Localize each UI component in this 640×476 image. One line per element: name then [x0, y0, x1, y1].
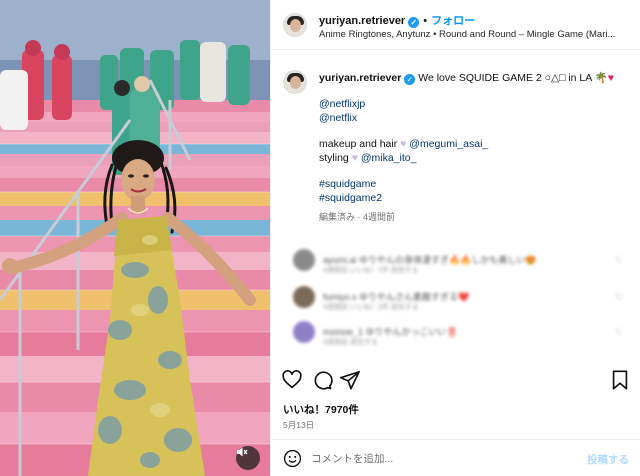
heart-emoji: ♥	[607, 72, 614, 84]
comment-like-icon[interactable]: ♡	[615, 255, 623, 266]
audio-track[interactable]: Anime Ringtones, Anytunz • Round and Rou…	[319, 29, 619, 40]
caption-avatar[interactable]	[283, 70, 307, 94]
comment-like-icon[interactable]: ♡	[615, 327, 623, 338]
comment-icon[interactable]	[311, 369, 333, 391]
add-comment-bar: 投稿する	[271, 439, 640, 476]
comment-input[interactable]	[311, 450, 571, 468]
comment-like-icon[interactable]: ♡	[615, 292, 623, 303]
styling-credit: styling ♥ @mika_ito_	[319, 152, 416, 164]
follow-button[interactable]: フォロー	[431, 15, 475, 27]
share-icon[interactable]	[339, 369, 361, 391]
photo-illustration	[0, 0, 270, 476]
comment-item[interactable]: fumiyo.s ゆりやんさん素敵すぎる❤️ 4週間前 いいね！2件 返信する …	[293, 286, 633, 312]
styling-handle[interactable]: @mika_ito_	[361, 152, 417, 164]
heart-icon[interactable]	[281, 369, 303, 391]
header-user-line: yuriyan.retriever ✓ • フォロー	[319, 12, 475, 28]
header-separator: •	[423, 15, 428, 27]
post-side-panel: yuriyan.retriever ✓ • フォロー Anime Ringtones,…	[270, 0, 640, 476]
comment-meta: 4週間前 いいね！2件 返信する	[323, 304, 419, 311]
caption-username[interactable]: yuriyan.retriever	[319, 72, 401, 84]
author-username[interactable]: yuriyan.retriever	[319, 15, 405, 27]
commenter-avatar[interactable]	[293, 286, 315, 308]
action-bar	[271, 365, 640, 395]
comment-meta: 4週間前 いいね！1件 返信する	[323, 267, 419, 274]
commenter-avatar[interactable]	[293, 249, 315, 271]
hashtag-squidgame2[interactable]: #squidgame2	[319, 192, 382, 204]
makeup-label: makeup and hair	[319, 138, 398, 150]
emoji-icon[interactable]	[283, 449, 302, 468]
styling-label: styling	[319, 152, 349, 164]
author-avatar[interactable]	[283, 13, 307, 37]
post-date[interactable]: 5月13日	[283, 419, 314, 431]
mute-button[interactable]	[236, 446, 260, 470]
makeup-handle[interactable]: @megumi_asai_	[409, 138, 488, 150]
verified-badge-icon: ✓	[408, 17, 420, 28]
post-header: yuriyan.retriever ✓ • フォロー Anime Ringtones,…	[271, 0, 640, 50]
lavender-heart-emoji: ♥	[400, 138, 407, 150]
lavender-heart-emoji: ♥	[351, 152, 358, 164]
comment-item[interactable]: ayumi.ai ゆりやんの身体凄すぎ🔥🔥しかも美しい😍 4週間前 いいね！1件…	[293, 249, 633, 275]
verified-badge-icon: ✓	[404, 74, 416, 85]
caption-first-line: yuriyan.retriever ✓ We love SQUIDE GAME 2…	[319, 71, 614, 85]
caption-meta: 編集済み · 4週間前	[319, 212, 396, 222]
mention-netflix[interactable]: @netflix	[319, 112, 357, 124]
like-count[interactable]: いいね！7970件	[283, 402, 359, 417]
hashtag-squidgame[interactable]: #squidgame	[319, 178, 376, 190]
palm-tree-emoji: 🌴	[594, 72, 608, 84]
post-comment-button[interactable]: 投稿する	[587, 452, 629, 467]
bookmark-icon[interactable]	[609, 369, 631, 391]
post-photo[interactable]	[0, 0, 270, 476]
commenter-avatar[interactable]	[293, 321, 315, 343]
makeup-credit: makeup and hair ♥ @megumi_asai_	[319, 138, 488, 150]
comment-meta: 4週間前 返信する	[323, 339, 378, 346]
instagram-post: yuriyan.retriever ✓ • フォロー Anime Ringtones,…	[0, 0, 640, 476]
caption-text: We love SQUIDE GAME 2 ○△□ in LA	[418, 72, 592, 84]
mention-netflixjp[interactable]: @netflixjp	[319, 98, 365, 110]
mute-icon	[237, 447, 248, 457]
comment-item[interactable]: momoe_1 ゆりやんかっこいい‼️ 4週間前 返信する ♡	[293, 321, 633, 347]
